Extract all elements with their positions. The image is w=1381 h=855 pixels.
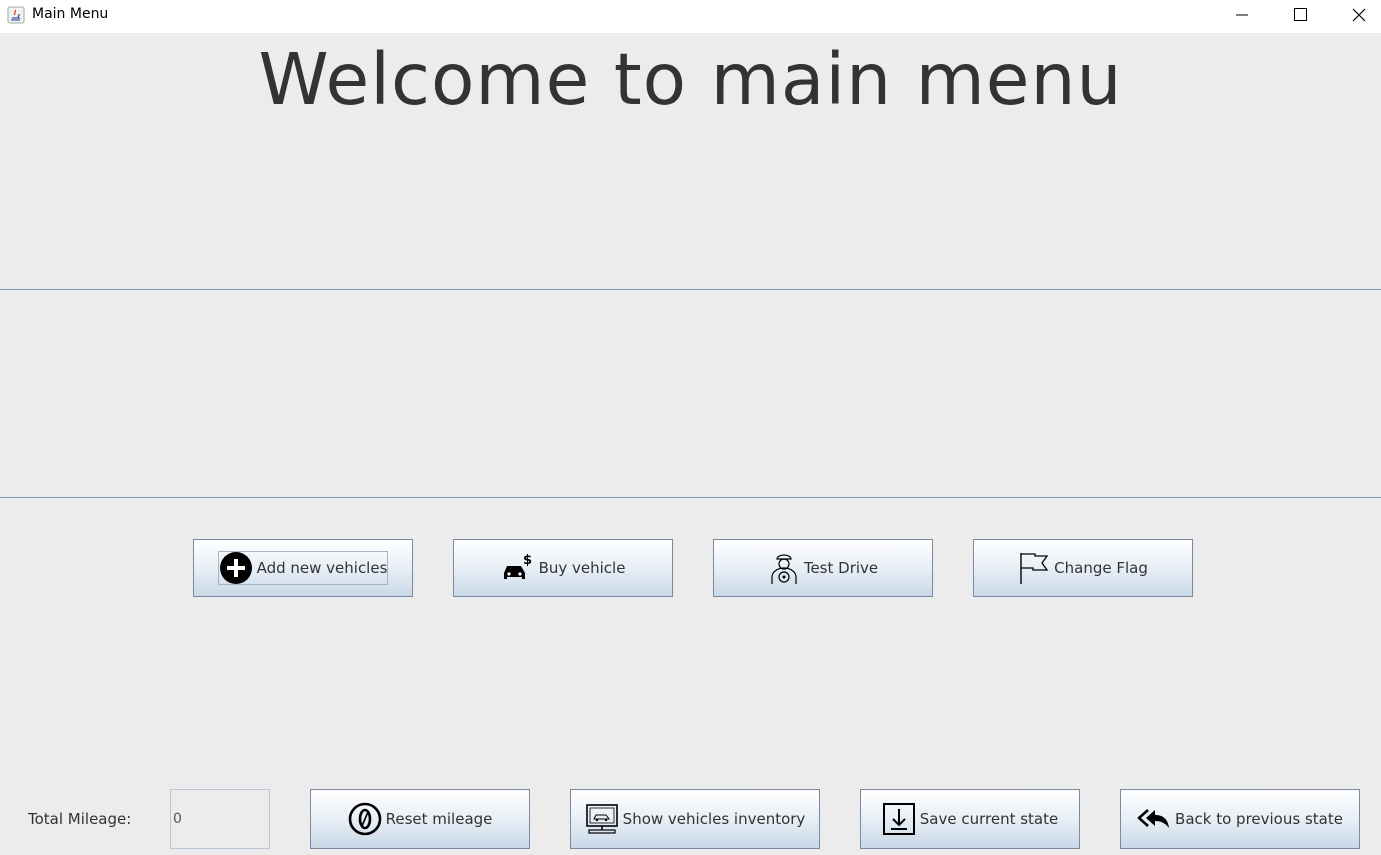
- save-state-label: Save current state: [919, 810, 1059, 828]
- reset-mileage-label: Reset mileage: [385, 810, 493, 828]
- buy-vehicle-button[interactable]: $ Buy vehicle: [453, 539, 673, 597]
- java-app-icon: [7, 6, 25, 24]
- zero-circle-icon: [348, 802, 382, 836]
- total-mileage-label: Total Mileage:: [28, 810, 132, 828]
- back-state-label: Back to previous state: [1175, 810, 1343, 828]
- download-icon: [882, 802, 916, 836]
- show-inventory-button[interactable]: Show vehicles inventory: [570, 789, 820, 849]
- monitor-car-icon: [585, 802, 619, 836]
- maximize-icon: [1294, 8, 1307, 21]
- maximize-button[interactable]: [1277, 0, 1323, 30]
- svg-text:$: $: [523, 553, 532, 568]
- add-vehicles-label: Add new vehicles: [256, 559, 388, 577]
- car-dollar-icon: $: [501, 551, 535, 585]
- divider-bottom: [0, 497, 1381, 498]
- test-drive-label: Test Drive: [803, 559, 879, 577]
- reset-mileage-button[interactable]: Reset mileage: [310, 789, 530, 849]
- window-titlebar: Main Menu: [0, 0, 1381, 33]
- test-drive-button[interactable]: Test Drive: [713, 539, 933, 597]
- total-mileage-field: 0: [170, 789, 270, 849]
- back-state-button[interactable]: Back to previous state: [1120, 789, 1360, 849]
- driver-icon: [768, 551, 800, 585]
- focus-ring: Add new vehicles: [217, 551, 389, 585]
- minimize-button[interactable]: [1219, 0, 1265, 30]
- window-title: Main Menu: [32, 6, 109, 22]
- save-state-button[interactable]: Save current state: [860, 789, 1080, 849]
- close-icon: [1352, 8, 1366, 22]
- plus-circle-icon: [219, 551, 253, 585]
- divider-top: [0, 289, 1381, 290]
- show-inventory-label: Show vehicles inventory: [622, 810, 806, 828]
- flag-icon: [1018, 551, 1050, 585]
- buy-vehicle-label: Buy vehicle: [538, 559, 626, 577]
- reply-all-icon: [1137, 802, 1171, 836]
- welcome-heading: Welcome to main menu: [258, 38, 1123, 121]
- close-button[interactable]: [1335, 0, 1381, 30]
- add-vehicles-button[interactable]: Add new vehicles: [193, 539, 413, 597]
- minimize-icon: [1236, 14, 1248, 16]
- change-flag-label: Change Flag: [1054, 559, 1148, 577]
- change-flag-button[interactable]: Change Flag: [973, 539, 1193, 597]
